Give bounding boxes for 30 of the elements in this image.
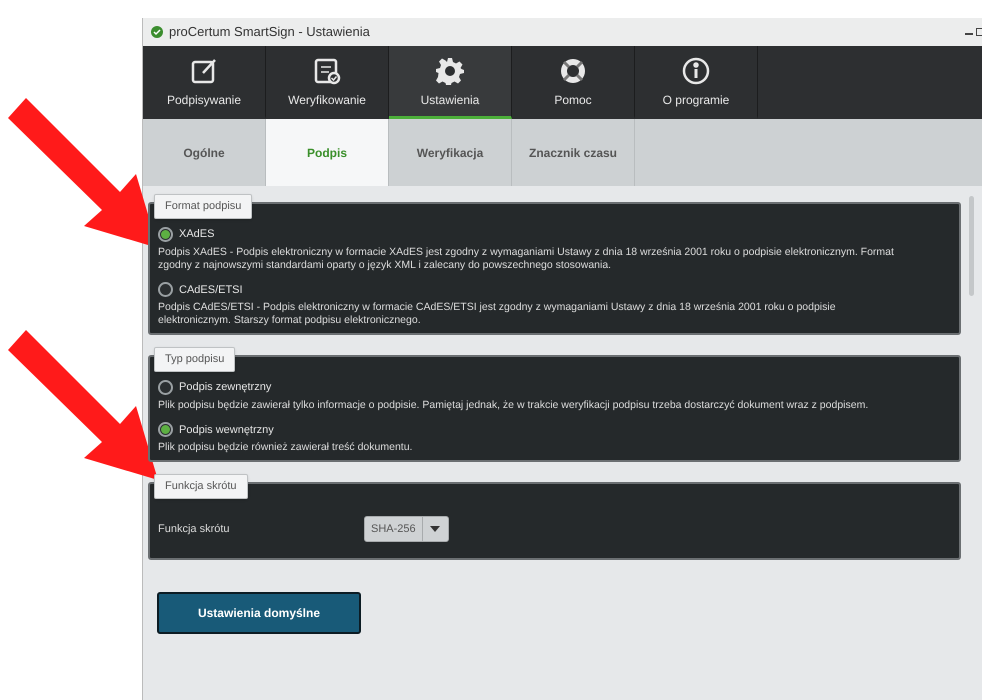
radio-button[interactable]	[158, 380, 173, 395]
section-title: Funkcja skrótu	[154, 474, 248, 498]
option-description: Plik podpisu będzie zawierał tylko informacje o podpisie. Pamiętaj jednak, że w trakcie weryfikacji podpisu trzeba dostarczyć dokument wraz z podpisem.	[158, 398, 870, 412]
scrollbar[interactable]	[969, 196, 974, 296]
option-label: CAdES/ETSI	[179, 282, 243, 298]
option-description: Plik podpisu będzie również zawierał treść dokumentu.	[158, 441, 414, 454]
option-label: Podpis zewnętrzny	[179, 380, 272, 395]
lifebuoy-icon	[559, 57, 587, 85]
option-label: XAdES	[179, 227, 214, 242]
nav-button[interactable]: Ustawienia	[389, 46, 512, 119]
pen-document-icon	[190, 57, 218, 85]
checked-document-icon	[313, 57, 341, 85]
maximize-icon[interactable]	[976, 28, 982, 36]
radio-button[interactable]	[158, 226, 173, 242]
app-logo-icon	[151, 26, 163, 38]
field-label: Funkcja skrótu	[158, 522, 231, 537]
option-description: Podpis CAdES/ETSI - Podpis elektroniczny w formacie CAdES/ETSI jest zgodny z wymaganiami Ustawy z dnia 18 września 2001 roku o podpisie elektronicznym. Starszy format podpisu elektronicznego.	[158, 301, 837, 327]
info-icon	[682, 57, 710, 85]
radio-button[interactable]	[158, 282, 173, 298]
option-label: Podpis wewnętrzny	[179, 422, 274, 438]
tab[interactable]: Podpis	[266, 119, 389, 186]
gear-icon	[436, 57, 464, 85]
section-title: Format podpisu	[154, 194, 252, 218]
dropdown-caret-icon	[430, 526, 440, 532]
default-settings-button[interactable]: Ustawienia domyślne	[157, 592, 361, 634]
hash-select[interactable]: SHA-256	[364, 516, 449, 542]
window-title: proCertum SmartSign - Ustawienia	[169, 23, 370, 42]
radio-button[interactable]	[158, 422, 173, 438]
section-title: Typ podpisu	[154, 347, 236, 372]
option-description: Podpis XAdES - Podpis elektroniczny w formacie XAdES jest zgodny z wymaganiami Ustawy z dnia 18 września 2001 roku o podpisie elektronicznym. Format zgodny z najnowszymi standardami oparty o język XML i zalecany do powszechnego stosowania.	[158, 246, 895, 272]
